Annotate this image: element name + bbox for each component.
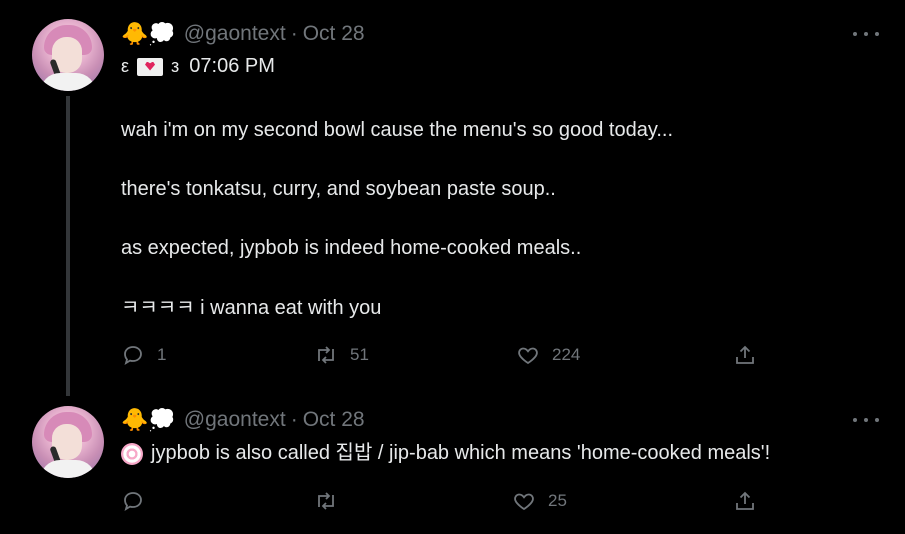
tweet-text-content: jypbob is also called 집밥 / jip-bab which… <box>151 442 771 464</box>
reply-icon <box>124 492 142 511</box>
user-handle[interactable]: @gaontext <box>184 408 286 432</box>
tweet-text-line: as expected, jypbob is indeed home-cooke… <box>121 237 582 259</box>
heart-icon <box>518 347 538 365</box>
thread-line <box>66 96 70 396</box>
avatar[interactable] <box>32 406 104 478</box>
heart-icon <box>514 493 534 511</box>
avatar[interactable] <box>32 19 104 91</box>
retweet-icon <box>318 492 334 510</box>
reply-button[interactable]: 1 <box>121 343 166 367</box>
tweet-header: 🐥💭 @gaontext · Oct 28 <box>121 19 365 49</box>
reply-count: 1 <box>157 345 167 364</box>
retweet-icon <box>318 346 334 364</box>
separator: · <box>290 22 298 45</box>
tweet-text-line: there's tonkatsu, curry, and soybean pas… <box>121 178 556 200</box>
tweet-text-line: wah i'm on my second bowl cause the menu… <box>121 119 674 141</box>
retweet-count: 51 <box>350 345 369 364</box>
like-button[interactable]: 25 <box>512 489 567 513</box>
display-name[interactable]: 🐥💭 <box>121 409 176 431</box>
time-text: 07:06 PM <box>189 55 275 77</box>
like-count: 224 <box>552 345 581 364</box>
love-letter-icon <box>137 57 164 76</box>
tweet-date[interactable]: Oct 28 <box>303 22 365 46</box>
tweet-text-line: ㅋㅋㅋㅋ i wanna eat with you <box>121 297 382 319</box>
more-icon[interactable] <box>853 410 879 430</box>
tweet-date[interactable]: Oct 28 <box>303 408 365 432</box>
reply-icon <box>124 346 142 365</box>
share-icon <box>736 345 754 364</box>
right-bracket: з <box>171 56 180 76</box>
action-bar: 1 51 224 <box>121 343 761 369</box>
user-handle[interactable]: @gaontext <box>184 22 286 46</box>
time-line: ε з 07:06 PM <box>121 55 275 78</box>
display-name[interactable]: 🐥💭 <box>121 23 176 45</box>
tweet-header: 🐥💭 @gaontext · Oct 28 <box>121 405 365 435</box>
more-icon[interactable] <box>853 24 879 44</box>
left-bracket: ε <box>121 56 130 76</box>
share-icon <box>736 491 754 510</box>
action-bar: 25 <box>121 489 761 515</box>
like-button[interactable]: 224 <box>516 343 580 367</box>
tweet-text: jypbob is also called 집밥 / jip-bab which… <box>121 441 770 465</box>
fish-cake-icon <box>121 442 143 465</box>
avatar-shirt <box>40 73 96 91</box>
tweet-2[interactable]: 🐥💭 @gaontext · Oct 28 jypbob is also cal… <box>0 396 905 534</box>
like-count: 25 <box>548 491 567 510</box>
retweet-button[interactable] <box>314 489 350 513</box>
tweet-1[interactable]: 🐥💭 @gaontext · Oct 28 ε з 07:06 PM wah i… <box>0 0 905 396</box>
share-button[interactable] <box>733 343 769 367</box>
reply-button[interactable] <box>121 489 157 513</box>
share-button[interactable] <box>733 489 769 513</box>
avatar-shirt <box>40 460 96 478</box>
retweet-button[interactable]: 51 <box>314 343 369 367</box>
separator: · <box>290 408 298 431</box>
